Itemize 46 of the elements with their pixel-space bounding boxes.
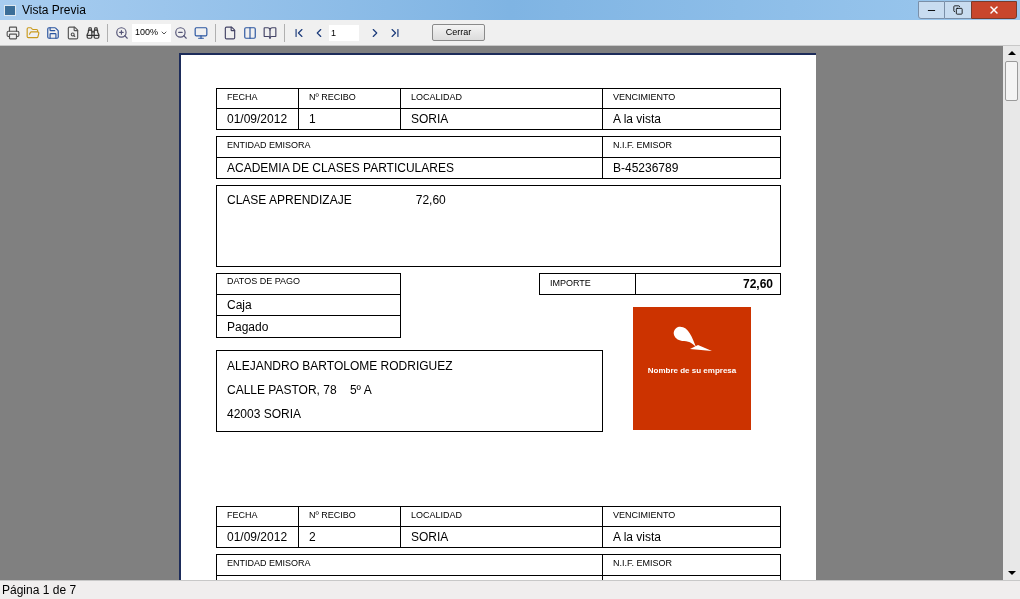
field-value: 01/09/2012 xyxy=(227,111,288,128)
scroll-down-icon xyxy=(1007,571,1016,575)
column-label: N.I.F. EMISOR xyxy=(613,140,672,150)
address-line: 42003 SORIA xyxy=(227,406,303,423)
concept-amount: 72,60 xyxy=(415,192,446,209)
address-line: ALEJANDRO BARTOLOME RODRIGUEZ xyxy=(227,358,454,375)
address-line: CALLE PASTOR, 78 5º A xyxy=(227,382,373,399)
page-status: Página 1 de 7 xyxy=(1,582,77,599)
column-label: FECHA xyxy=(227,510,258,520)
field-value: Pagado xyxy=(227,318,269,336)
window-title: Vista Previa xyxy=(22,2,86,19)
field-value: 2 xyxy=(309,529,316,546)
zoom-dropdown[interactable]: 100% xyxy=(132,23,172,42)
close-icon xyxy=(988,4,1000,16)
scroll-up-icon xyxy=(1007,51,1016,55)
field-value: SORIA xyxy=(411,529,449,546)
restore-icon xyxy=(953,5,963,15)
column-label: VENCIMIENTO xyxy=(613,510,676,520)
field-value: B-45236789 xyxy=(613,160,679,177)
field-value: A la vista xyxy=(613,111,662,128)
close-window-button[interactable] xyxy=(971,1,1017,19)
field-value: 01/09/2012 xyxy=(227,529,288,546)
total-label: IMPORTE xyxy=(550,277,591,291)
maximize-button[interactable] xyxy=(945,1,971,19)
field-value: ACADEMIA DE CLASES PARTICULARES xyxy=(227,160,454,177)
column-label: N.I.F. EMISOR xyxy=(613,558,672,568)
scrollbar-thumb[interactable] xyxy=(1005,61,1018,101)
column-label: Nº RECIBO xyxy=(309,92,356,102)
concept-description: CLASE APRENDIZAJE xyxy=(227,192,352,209)
column-label: ENTIDAD EMISORA xyxy=(227,140,311,150)
total-value: 72,60 xyxy=(742,276,773,293)
page-number-field[interactable]: 1 xyxy=(329,24,360,41)
field-value: Caja xyxy=(227,297,252,314)
field-value: SORIA xyxy=(411,111,449,128)
column-label: VENCIMIENTO xyxy=(613,92,676,102)
column-label: FECHA xyxy=(227,92,258,102)
field-value: 1 xyxy=(309,111,316,128)
column-label: Nº RECIBO xyxy=(309,510,356,520)
column-label: DATOS DE PAGO xyxy=(227,276,300,286)
logo-text: Nombre de su empresa xyxy=(647,365,737,377)
column-label: ENTIDAD EMISORA xyxy=(227,558,311,568)
app-icon xyxy=(4,4,16,16)
field-value: A la vista xyxy=(613,529,662,546)
column-label: LOCALIDAD xyxy=(411,92,463,102)
close-button[interactable]: Cerrar xyxy=(432,24,486,41)
column-label: LOCALIDAD xyxy=(411,510,463,520)
